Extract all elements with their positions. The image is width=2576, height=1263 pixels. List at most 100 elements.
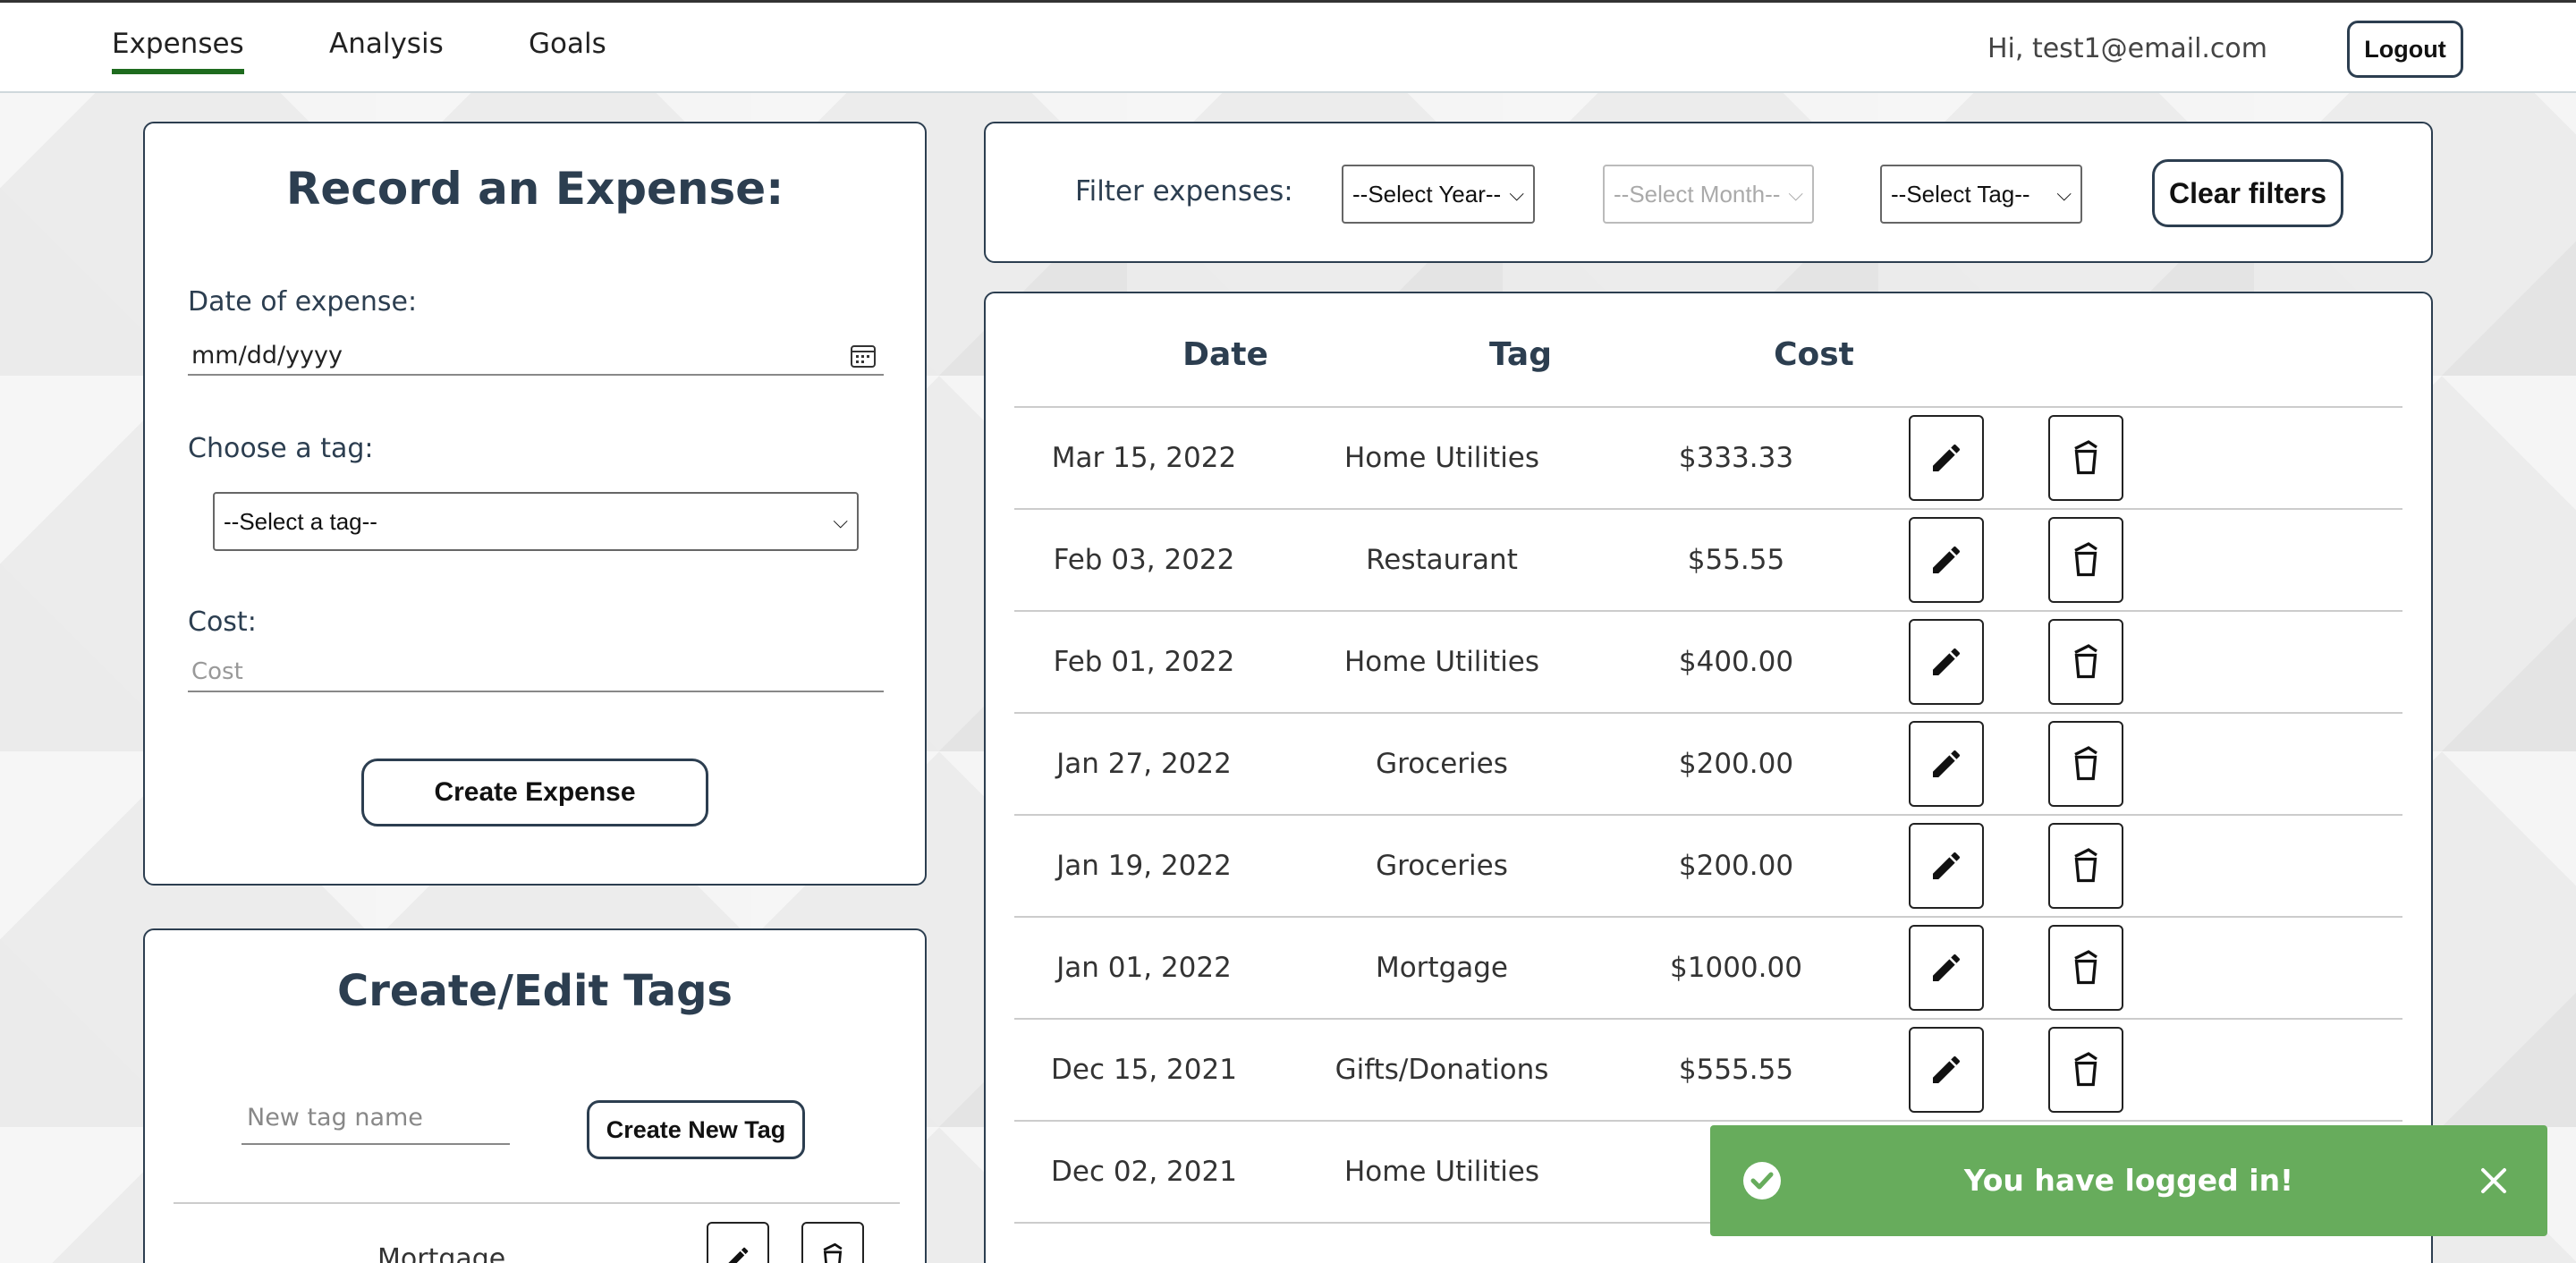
tag-divider — [174, 1202, 900, 1204]
chevron-down-icon: ⌵ — [833, 510, 848, 532]
trash-icon — [823, 1243, 843, 1263]
trash-icon — [2074, 848, 2097, 883]
row-tag: Home Utilities — [1343, 1156, 1540, 1188]
cost-placeholder: Cost — [191, 658, 243, 685]
trash-icon — [2074, 1052, 2097, 1087]
header-cost: Cost — [1774, 336, 1854, 373]
trash-icon — [2074, 950, 2097, 985]
edit-expense-button[interactable] — [1909, 517, 1984, 603]
calendar-icon[interactable] — [850, 343, 877, 369]
trash-icon — [2074, 746, 2097, 781]
expense-table-card: Date Tag Cost Mar 15, 2022 Home Utilities… — [984, 292, 2433, 1263]
nav-expenses[interactable]: Expenses — [112, 28, 244, 74]
table-row: Dec 15, 2021 Gifts/Donations $555.55 — [1014, 1018, 2402, 1120]
row-cost: $200.00 — [1678, 850, 1794, 882]
delete-expense-button[interactable] — [2048, 415, 2123, 501]
delete-tag-button[interactable] — [801, 1222, 864, 1263]
tag-select[interactable]: --Select a tag-- ⌵ — [213, 492, 859, 551]
row-date: Jan 01, 2022 — [1056, 952, 1232, 984]
nav-analysis[interactable]: Analysis — [329, 28, 444, 69]
tag-select-value: --Select a tag-- — [224, 507, 377, 535]
nav-goals[interactable]: Goals — [529, 28, 606, 69]
row-date: Mar 15, 2022 — [1051, 442, 1237, 474]
pencil-icon — [1933, 954, 1961, 981]
delete-expense-button[interactable] — [2048, 925, 2123, 1011]
tag-filter-value: --Select Tag-- — [1891, 180, 2030, 208]
pencil-icon — [1933, 546, 1961, 573]
logout-button[interactable]: Logout — [2347, 21, 2463, 78]
chevron-down-icon: ⌵ — [1509, 182, 1524, 205]
trash-icon — [2074, 644, 2097, 679]
row-tag: Mortgage — [1375, 952, 1509, 984]
date-input[interactable]: mm/dd/yyyy — [188, 335, 884, 376]
row-date: Jan 19, 2022 — [1056, 850, 1232, 882]
delete-expense-button[interactable] — [2048, 517, 2123, 603]
table-row: Jan 01, 2022 Mortgage $1000.00 — [1014, 916, 2402, 1018]
row-cost: $555.55 — [1678, 1054, 1794, 1086]
row-tag: Groceries — [1376, 748, 1508, 780]
tag-name: Mortgage — [377, 1243, 506, 1263]
pencil-icon — [1933, 444, 1961, 471]
row-tag: Gifts/Donations — [1335, 1054, 1549, 1086]
login-toast: You have logged in! — [1710, 1125, 2547, 1236]
cost-label: Cost: — [188, 606, 257, 638]
close-icon[interactable] — [2479, 1166, 2508, 1195]
user-greeting: Hi, test1@email.com — [1987, 33, 2268, 64]
tag-label: Choose a tag: — [188, 433, 374, 464]
create-expense-button[interactable]: Create Expense — [361, 759, 708, 826]
tag-filter-select[interactable]: --Select Tag-- ⌵ — [1880, 165, 2082, 224]
row-cost: $200.00 — [1678, 748, 1794, 780]
filter-card: Filter expenses: --Select Year-- ⌵ --Sel… — [984, 122, 2433, 263]
chevron-down-icon: ⌵ — [1788, 182, 1803, 205]
delete-expense-button[interactable] — [2048, 1027, 2123, 1113]
delete-expense-button[interactable] — [2048, 823, 2123, 909]
month-select: --Select Month-- ⌵ — [1603, 165, 1814, 224]
clear-filters-button[interactable]: Clear filters — [2152, 159, 2343, 227]
row-date: Feb 01, 2022 — [1053, 646, 1235, 678]
edit-expense-button[interactable] — [1909, 823, 1984, 909]
toast-message: You have logged in! — [1963, 1163, 2294, 1198]
date-placeholder: mm/dd/yyyy — [191, 342, 343, 369]
edit-expense-button[interactable] — [1909, 721, 1984, 807]
month-select-value: --Select Month-- — [1614, 180, 1781, 208]
header-date: Date — [1182, 336, 1268, 373]
row-date: Dec 02, 2021 — [1051, 1156, 1237, 1188]
pencil-icon — [728, 1247, 749, 1263]
row-cost: $1000.00 — [1670, 952, 1802, 984]
edit-tag-button[interactable] — [707, 1222, 769, 1263]
cost-input[interactable]: Cost — [188, 651, 884, 692]
row-cost: $333.33 — [1678, 442, 1794, 474]
row-tag: Groceries — [1376, 850, 1508, 882]
table-row: Jan 19, 2022 Groceries $200.00 — [1014, 814, 2402, 916]
edit-expense-button[interactable] — [1909, 415, 1984, 501]
row-tag: Home Utilities — [1343, 646, 1540, 678]
delete-expense-button[interactable] — [2048, 721, 2123, 807]
record-expense-title: Record an Expense: — [285, 163, 784, 215]
tags-card: Create/Edit Tags New tag name Create New… — [143, 928, 927, 1263]
row-date: Feb 03, 2022 — [1053, 544, 1235, 576]
filter-label: Filter expenses: — [1075, 175, 1293, 208]
chevron-down-icon: ⌵ — [2056, 182, 2072, 205]
create-tag-button[interactable]: Create New Tag — [587, 1100, 805, 1159]
year-select[interactable]: --Select Year-- ⌵ — [1342, 165, 1535, 224]
pencil-icon — [1933, 648, 1961, 675]
tags-title: Create/Edit Tags — [336, 966, 733, 1016]
row-tag: Home Utilities — [1343, 442, 1540, 474]
table-row: Feb 01, 2022 Home Utilities $400.00 — [1014, 610, 2402, 712]
table-row: Feb 03, 2022 Restaurant $55.55 — [1014, 508, 2402, 610]
pencil-icon — [1933, 750, 1961, 777]
table-row: Jan 27, 2022 Groceries $200.00 — [1014, 712, 2402, 814]
trash-icon — [2074, 440, 2097, 475]
edit-expense-button[interactable] — [1909, 925, 1984, 1011]
top-navbar: Expenses Analysis Goals Hi, test1@email.… — [0, 0, 2576, 93]
row-date: Dec 15, 2021 — [1051, 1054, 1237, 1086]
row-cost: $55.55 — [1687, 544, 1785, 576]
edit-expense-button[interactable] — [1909, 1027, 1984, 1113]
year-select-value: --Select Year-- — [1352, 180, 1502, 208]
edit-expense-button[interactable] — [1909, 619, 1984, 705]
new-tag-placeholder: New tag name — [247, 1104, 423, 1132]
new-tag-input[interactable]: New tag name — [242, 1100, 510, 1145]
row-date: Jan 27, 2022 — [1056, 748, 1232, 780]
record-expense-card: Record an Expense: Date of expense: mm/d… — [143, 122, 927, 886]
delete-expense-button[interactable] — [2048, 619, 2123, 705]
